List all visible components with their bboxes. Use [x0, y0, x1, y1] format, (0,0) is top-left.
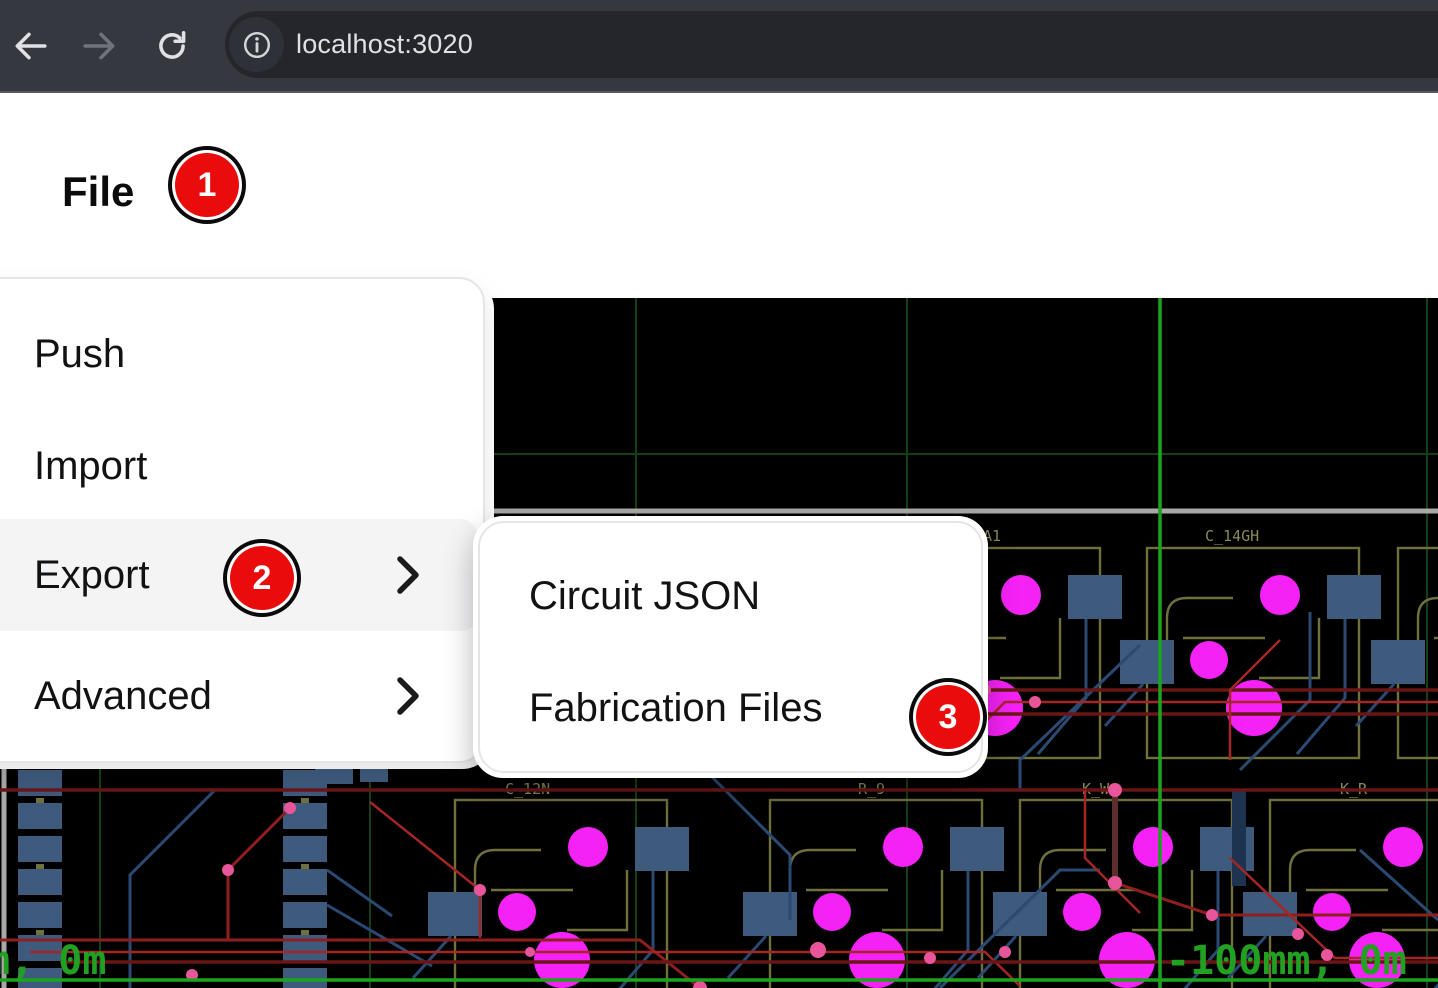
- app-window: localhost:3020: [0, 0, 1438, 988]
- pcb-ref-label: C_14GH: [1205, 527, 1259, 545]
- site-info-button[interactable]: [229, 17, 284, 72]
- menu-item-label: Push: [34, 332, 125, 377]
- export-submenu: Circuit JSON Fabrication Files: [473, 516, 988, 778]
- browser-toolbar: localhost:3020: [0, 0, 1438, 93]
- url-text: localhost:3020: [296, 29, 473, 60]
- chevron-right-icon: [392, 675, 422, 717]
- menu-item-label: Export: [34, 553, 150, 598]
- menu-item-push[interactable]: Push: [0, 309, 483, 399]
- back-button[interactable]: [8, 24, 52, 68]
- info-circle-icon: [240, 28, 274, 62]
- menu-panel: Push Import Export Advanced: [0, 277, 485, 763]
- file-menu-button[interactable]: File: [62, 168, 134, 216]
- submenu-panel: Circuit JSON Fabrication Files: [478, 521, 983, 773]
- file-dropdown-menu: Push Import Export Advanced: [0, 277, 494, 769]
- arrow-left-icon: [11, 27, 49, 65]
- annotation-badge-1: 1: [175, 153, 239, 217]
- url-bar[interactable]: localhost:3020: [225, 11, 1438, 78]
- submenu-item-label: Fabrication Files: [529, 686, 822, 731]
- chevron-right-icon: [392, 554, 422, 596]
- menu-item-advanced[interactable]: Advanced: [0, 651, 483, 741]
- pcb-coord-label-left: m, 0m: [0, 938, 106, 984]
- annotation-badge-3: 3: [916, 685, 980, 749]
- reload-button[interactable]: [150, 24, 194, 68]
- pcb-coord-label-right: -100mm, 0m: [1166, 938, 1407, 984]
- reload-icon: [153, 27, 191, 65]
- menu-item-label: Advanced: [34, 674, 212, 719]
- forward-button[interactable]: [78, 24, 122, 68]
- arrow-right-icon: [81, 27, 119, 65]
- submenu-item-label: Circuit JSON: [529, 574, 760, 619]
- menu-item-label: Import: [34, 444, 147, 489]
- annotation-badge-2: 2: [230, 546, 294, 610]
- submenu-item-circuit-json[interactable]: Circuit JSON: [480, 551, 981, 641]
- menu-item-import[interactable]: Import: [0, 421, 483, 511]
- submenu-item-fabrication-files[interactable]: Fabrication Files: [480, 663, 981, 753]
